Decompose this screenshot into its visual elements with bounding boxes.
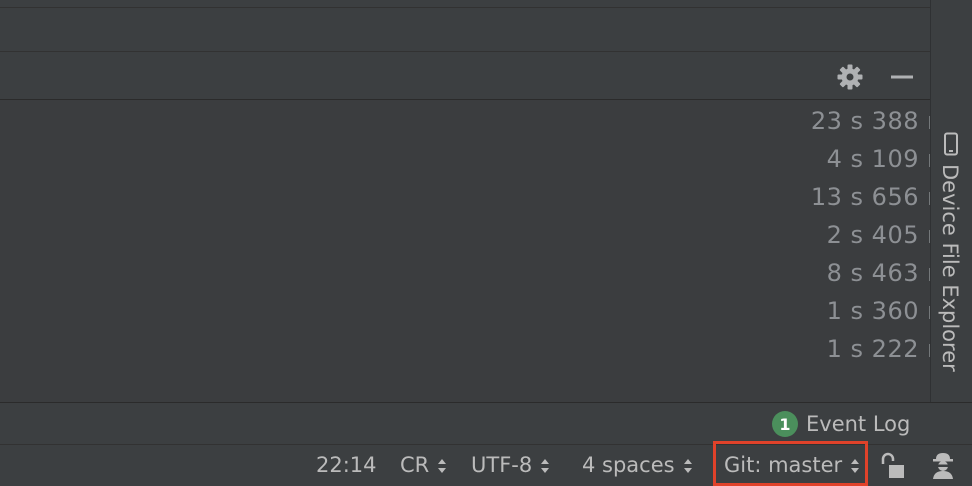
device-file-explorer-tab[interactable]: Device File Explorer — [930, 120, 972, 380]
lock-open-icon[interactable] — [880, 452, 906, 480]
indent-widget[interactable]: 4 spaces — [582, 445, 693, 486]
line-separator-label: CR — [400, 453, 430, 477]
git-branch-highlight — [713, 441, 868, 486]
caret-position-label: 22:14 — [316, 453, 377, 477]
updown-arrows-icon — [683, 458, 692, 473]
tab-bar — [0, 8, 930, 51]
event-log-button[interactable]: 1 Event Log — [772, 408, 910, 440]
minimize-icon[interactable] — [888, 63, 916, 91]
tool-window-content — [0, 100, 930, 402]
event-count-badge: 1 — [772, 411, 798, 437]
updown-arrows-icon — [438, 458, 447, 473]
tool-window-header — [0, 51, 930, 100]
line-separator-widget[interactable]: CR — [400, 445, 447, 486]
encoding-label: UTF-8 — [471, 453, 533, 477]
inspector-icon[interactable] — [928, 450, 958, 480]
gear-icon[interactable] — [836, 63, 864, 91]
encoding-widget[interactable]: UTF-8 — [471, 445, 550, 486]
device-file-explorer-label: Device File Explorer — [938, 164, 962, 372]
event-log-label: Event Log — [806, 412, 911, 436]
updown-arrows-icon — [541, 458, 550, 473]
indent-label: 4 spaces — [582, 453, 675, 477]
phone-icon — [944, 132, 958, 156]
caret-position[interactable]: 22:14 — [316, 445, 377, 486]
